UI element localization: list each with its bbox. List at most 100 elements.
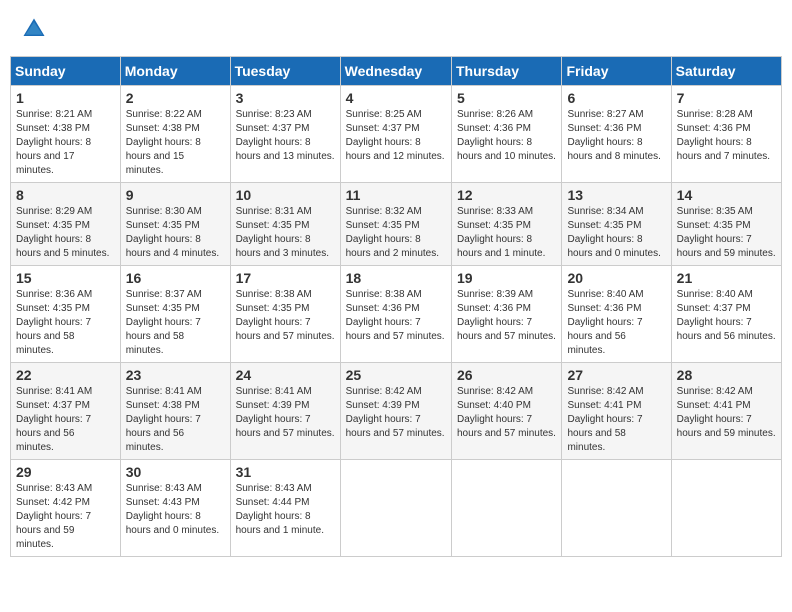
day-number: 15 — [16, 270, 115, 286]
day-number: 31 — [236, 464, 335, 480]
calendar-cell: 21 Sunrise: 8:40 AM Sunset: 4:37 PM Dayl… — [671, 266, 781, 363]
calendar-body: 1 Sunrise: 8:21 AM Sunset: 4:38 PM Dayli… — [11, 86, 782, 557]
day-number: 1 — [16, 90, 115, 106]
day-info: Sunrise: 8:39 AM Sunset: 4:36 PM Dayligh… — [457, 288, 556, 344]
day-number: 18 — [346, 270, 446, 286]
day-info: Sunrise: 8:36 AM Sunset: 4:35 PM Dayligh… — [16, 288, 115, 358]
day-number: 27 — [567, 367, 665, 383]
day-info: Sunrise: 8:33 AM Sunset: 4:35 PM Dayligh… — [457, 205, 556, 261]
day-number: 14 — [677, 187, 776, 203]
calendar-cell: 31 Sunrise: 8:43 AM Sunset: 4:44 PM Dayl… — [230, 460, 340, 557]
calendar-cell: 26 Sunrise: 8:42 AM Sunset: 4:40 PM Dayl… — [451, 363, 561, 460]
day-info: Sunrise: 8:35 AM Sunset: 4:35 PM Dayligh… — [677, 205, 776, 261]
day-info: Sunrise: 8:21 AM Sunset: 4:38 PM Dayligh… — [16, 108, 115, 178]
day-info: Sunrise: 8:38 AM Sunset: 4:35 PM Dayligh… — [236, 288, 335, 344]
weekday-header: Thursday — [451, 57, 561, 86]
day-number: 26 — [457, 367, 556, 383]
day-number: 24 — [236, 367, 335, 383]
calendar-cell — [671, 460, 781, 557]
day-number: 30 — [126, 464, 225, 480]
day-info: Sunrise: 8:41 AM Sunset: 4:37 PM Dayligh… — [16, 385, 115, 455]
calendar-cell: 7 Sunrise: 8:28 AM Sunset: 4:36 PM Dayli… — [671, 86, 781, 183]
calendar-cell: 28 Sunrise: 8:42 AM Sunset: 4:41 PM Dayl… — [671, 363, 781, 460]
calendar-cell: 16 Sunrise: 8:37 AM Sunset: 4:35 PM Dayl… — [120, 266, 230, 363]
calendar-cell: 3 Sunrise: 8:23 AM Sunset: 4:37 PM Dayli… — [230, 86, 340, 183]
calendar-cell: 9 Sunrise: 8:30 AM Sunset: 4:35 PM Dayli… — [120, 183, 230, 266]
calendar-cell: 18 Sunrise: 8:38 AM Sunset: 4:36 PM Dayl… — [340, 266, 451, 363]
calendar-cell: 14 Sunrise: 8:35 AM Sunset: 4:35 PM Dayl… — [671, 183, 781, 266]
day-number: 28 — [677, 367, 776, 383]
calendar-cell: 19 Sunrise: 8:39 AM Sunset: 4:36 PM Dayl… — [451, 266, 561, 363]
weekday-header: Monday — [120, 57, 230, 86]
day-number: 4 — [346, 90, 446, 106]
day-info: Sunrise: 8:43 AM Sunset: 4:42 PM Dayligh… — [16, 482, 115, 552]
day-info: Sunrise: 8:34 AM Sunset: 4:35 PM Dayligh… — [567, 205, 665, 261]
logo-icon — [20, 15, 48, 43]
day-info: Sunrise: 8:25 AM Sunset: 4:37 PM Dayligh… — [346, 108, 446, 164]
calendar-cell: 17 Sunrise: 8:38 AM Sunset: 4:35 PM Dayl… — [230, 266, 340, 363]
day-number: 7 — [677, 90, 776, 106]
day-number: 2 — [126, 90, 225, 106]
weekday-header: Tuesday — [230, 57, 340, 86]
day-number: 5 — [457, 90, 556, 106]
day-info: Sunrise: 8:31 AM Sunset: 4:35 PM Dayligh… — [236, 205, 335, 261]
weekday-header: Sunday — [11, 57, 121, 86]
day-number: 23 — [126, 367, 225, 383]
day-info: Sunrise: 8:27 AM Sunset: 4:36 PM Dayligh… — [567, 108, 665, 164]
calendar-header-row: SundayMondayTuesdayWednesdayThursdayFrid… — [11, 57, 782, 86]
day-info: Sunrise: 8:23 AM Sunset: 4:37 PM Dayligh… — [236, 108, 335, 164]
day-number: 12 — [457, 187, 556, 203]
calendar-row: 22 Sunrise: 8:41 AM Sunset: 4:37 PM Dayl… — [11, 363, 782, 460]
weekday-header: Wednesday — [340, 57, 451, 86]
day-info: Sunrise: 8:43 AM Sunset: 4:44 PM Dayligh… — [236, 482, 335, 538]
calendar-cell: 12 Sunrise: 8:33 AM Sunset: 4:35 PM Dayl… — [451, 183, 561, 266]
day-info: Sunrise: 8:30 AM Sunset: 4:35 PM Dayligh… — [126, 205, 225, 261]
calendar-cell: 25 Sunrise: 8:42 AM Sunset: 4:39 PM Dayl… — [340, 363, 451, 460]
calendar-cell: 22 Sunrise: 8:41 AM Sunset: 4:37 PM Dayl… — [11, 363, 121, 460]
calendar-row: 15 Sunrise: 8:36 AM Sunset: 4:35 PM Dayl… — [11, 266, 782, 363]
calendar-row: 29 Sunrise: 8:43 AM Sunset: 4:42 PM Dayl… — [11, 460, 782, 557]
day-info: Sunrise: 8:40 AM Sunset: 4:36 PM Dayligh… — [567, 288, 665, 358]
calendar-cell: 1 Sunrise: 8:21 AM Sunset: 4:38 PM Dayli… — [11, 86, 121, 183]
calendar-cell: 15 Sunrise: 8:36 AM Sunset: 4:35 PM Dayl… — [11, 266, 121, 363]
day-info: Sunrise: 8:37 AM Sunset: 4:35 PM Dayligh… — [126, 288, 225, 358]
calendar-cell: 11 Sunrise: 8:32 AM Sunset: 4:35 PM Dayl… — [340, 183, 451, 266]
day-number: 16 — [126, 270, 225, 286]
day-info: Sunrise: 8:41 AM Sunset: 4:38 PM Dayligh… — [126, 385, 225, 455]
calendar-row: 1 Sunrise: 8:21 AM Sunset: 4:38 PM Dayli… — [11, 86, 782, 183]
day-number: 17 — [236, 270, 335, 286]
day-number: 10 — [236, 187, 335, 203]
calendar-cell: 27 Sunrise: 8:42 AM Sunset: 4:41 PM Dayl… — [562, 363, 671, 460]
calendar-cell: 4 Sunrise: 8:25 AM Sunset: 4:37 PM Dayli… — [340, 86, 451, 183]
calendar-cell: 20 Sunrise: 8:40 AM Sunset: 4:36 PM Dayl… — [562, 266, 671, 363]
weekday-header: Saturday — [671, 57, 781, 86]
calendar-cell — [562, 460, 671, 557]
day-number: 3 — [236, 90, 335, 106]
page-header — [10, 10, 782, 48]
calendar-table: SundayMondayTuesdayWednesdayThursdayFrid… — [10, 56, 782, 557]
day-info: Sunrise: 8:42 AM Sunset: 4:39 PM Dayligh… — [346, 385, 446, 441]
day-info: Sunrise: 8:42 AM Sunset: 4:41 PM Dayligh… — [677, 385, 776, 441]
day-number: 19 — [457, 270, 556, 286]
calendar-cell: 10 Sunrise: 8:31 AM Sunset: 4:35 PM Dayl… — [230, 183, 340, 266]
day-number: 13 — [567, 187, 665, 203]
day-number: 11 — [346, 187, 446, 203]
day-info: Sunrise: 8:32 AM Sunset: 4:35 PM Dayligh… — [346, 205, 446, 261]
day-info: Sunrise: 8:38 AM Sunset: 4:36 PM Dayligh… — [346, 288, 446, 344]
day-number: 9 — [126, 187, 225, 203]
calendar-cell: 2 Sunrise: 8:22 AM Sunset: 4:38 PM Dayli… — [120, 86, 230, 183]
day-number: 20 — [567, 270, 665, 286]
calendar-cell — [451, 460, 561, 557]
day-number: 6 — [567, 90, 665, 106]
calendar-cell: 5 Sunrise: 8:26 AM Sunset: 4:36 PM Dayli… — [451, 86, 561, 183]
day-number: 21 — [677, 270, 776, 286]
calendar-cell: 6 Sunrise: 8:27 AM Sunset: 4:36 PM Dayli… — [562, 86, 671, 183]
day-info: Sunrise: 8:42 AM Sunset: 4:41 PM Dayligh… — [567, 385, 665, 455]
calendar-cell: 23 Sunrise: 8:41 AM Sunset: 4:38 PM Dayl… — [120, 363, 230, 460]
day-info: Sunrise: 8:42 AM Sunset: 4:40 PM Dayligh… — [457, 385, 556, 441]
day-info: Sunrise: 8:41 AM Sunset: 4:39 PM Dayligh… — [236, 385, 335, 441]
day-info: Sunrise: 8:40 AM Sunset: 4:37 PM Dayligh… — [677, 288, 776, 344]
day-number: 25 — [346, 367, 446, 383]
day-info: Sunrise: 8:22 AM Sunset: 4:38 PM Dayligh… — [126, 108, 225, 178]
day-info: Sunrise: 8:43 AM Sunset: 4:43 PM Dayligh… — [126, 482, 225, 538]
